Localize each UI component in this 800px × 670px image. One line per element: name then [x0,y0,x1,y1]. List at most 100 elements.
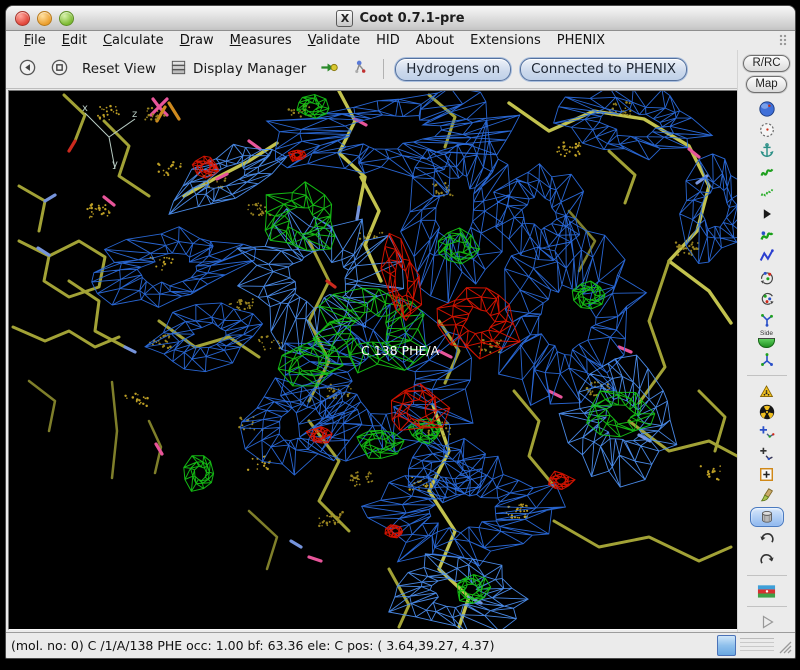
mutate-brush-icon [758,486,776,504]
menu-edit[interactable]: Edit [54,33,95,48]
regularize-zone-icon [758,184,776,202]
real-space-refine-zone-icon [758,163,776,181]
menu-calculate[interactable]: Calculate [95,33,172,48]
right-toolbar: R/RC Map Side [737,50,795,632]
add-atom-icon [758,466,775,483]
torsion-general-icon [758,310,776,328]
view-sphere-button[interactable] [754,100,780,118]
anchor-atoms-button[interactable] [754,142,780,160]
rigid-body-fit-icon [759,206,775,222]
menu-extensions[interactable]: Extensions [462,33,549,48]
add-alt-conf-icon [758,445,776,463]
go-back-button[interactable] [16,56,39,83]
edit-chi-angles-icon [758,289,776,307]
redo-icon [758,551,776,569]
coot-window: X Coot 0.7.1-pre FileEditCalculateDrawMe… [5,5,796,659]
hydrogens-toggle-button[interactable]: Hydrogens on [395,58,511,81]
rc-mode-button[interactable]: R/RC [743,55,789,72]
delete-item-icon [758,508,776,526]
phenix-connection-button[interactable]: Connected to PHENIX [520,58,687,81]
flip-sidechain-button[interactable]: Side [754,331,780,349]
undo-button[interactable] [754,530,780,548]
svg-text:y: y [112,159,118,170]
svg-text:z: z [132,109,137,120]
menubar-grip[interactable] [779,34,787,46]
mutate-brush-button[interactable] [754,486,780,504]
display-manager-label: Display Manager [193,61,306,77]
flag-button[interactable] [754,582,780,600]
svg-text:x: x [82,103,88,114]
atom-label: C 138 PHE/A [361,343,440,358]
minimize-window-button[interactable] [37,11,52,26]
title-bar[interactable]: X Coot 0.7.1-pre [6,6,795,31]
jed-flip-button[interactable] [754,351,780,369]
status-bar: (mol. no: 0) C /1/A/138 PHE occ: 1.00 bf… [6,632,795,658]
map-button[interactable]: Map [746,76,786,93]
menu-phenix[interactable]: PHENIX [549,33,613,48]
canvas-area: x y z C 138 PHE/A [6,89,737,632]
close-window-button[interactable] [15,11,30,26]
window-title: X Coot 0.7.1-pre [336,10,464,27]
menu-validate[interactable]: Validate [300,33,368,48]
screenshot-root: { "window": {"title": "Coot 0.7.1-pre", … [0,0,800,670]
toolbar-expand-button[interactable] [754,613,780,632]
undo-icon [758,530,776,548]
rotate-translate-zone-button[interactable] [754,226,780,244]
toolbar-divider [747,375,787,376]
redo-button[interactable] [754,551,780,569]
delete-item-button[interactable] [750,507,784,527]
toolbar-expand-icon [757,612,777,632]
record-icon [50,58,69,81]
add-atom-button[interactable] [754,466,780,484]
flip-sidechain-icon: Side [758,331,775,348]
regularize-zone-button[interactable] [754,184,780,202]
molecule-icon [352,58,370,81]
go-back-icon [18,58,37,81]
view-sphere-icon [758,100,776,118]
record-view-button[interactable] [48,56,71,83]
real-space-refine-zone-button[interactable] [754,163,780,181]
resize-grip[interactable] [776,638,792,654]
go-to-atom-button[interactable] [350,56,372,83]
menu-about[interactable]: About [408,33,462,48]
rigid-body-fit-button[interactable] [754,205,780,223]
torsion-general-button[interactable] [754,310,780,328]
run-refinement-icon [758,403,776,421]
reset-view-button[interactable]: Reset View [80,59,158,79]
refine-residue-icon [758,383,775,400]
display-manager-button[interactable]: Display Manager [167,56,308,83]
main-toolbar: Reset View Display Manager [6,50,737,89]
zoom-window-button[interactable] [59,11,74,26]
window-controls [15,11,74,26]
status-scroll-thumb[interactable] [717,635,736,656]
content-row: Reset View Display Manager [6,50,795,632]
auto-fit-rotamer-icon [758,247,776,265]
flag-icon [757,584,776,599]
rotate-translate-zone-icon [758,226,776,244]
recentre-target-button[interactable] [754,121,780,139]
edit-chi-angles-button[interactable] [754,289,780,307]
toolbar-divider [747,606,787,607]
refine-residue-button[interactable] [754,382,780,400]
green-arrow-icon [319,58,339,81]
go-to-ligand-button[interactable] [317,56,341,83]
add-terminal-residue-button[interactable] [754,424,780,442]
add-terminal-residue-icon [758,424,776,442]
menu-bar: FileEditCalculateDrawMeasuresValidateHID… [6,31,795,50]
gl-canvas[interactable]: x y z C 138 PHE/A [8,90,738,630]
menu-hid[interactable]: HID [368,33,408,48]
jed-flip-icon [758,351,776,369]
run-refinement-button[interactable] [754,403,780,421]
status-text: (mol. no: 0) C /1/A/138 PHE occ: 1.00 bf… [11,638,717,653]
x11-icon: X [336,10,353,27]
add-alt-conf-button[interactable] [754,445,780,463]
menu-file[interactable]: File [16,33,54,48]
anchor-atoms-icon [758,142,776,160]
rotamers-button[interactable] [754,268,780,286]
rotamers-icon [758,268,776,286]
modelling-icon-stack: Side [747,100,787,632]
auto-fit-rotamer-button[interactable] [754,247,780,265]
menu-draw[interactable]: Draw [172,33,222,48]
window-title-text: Coot 0.7.1-pre [359,11,464,26]
menu-measures[interactable]: Measures [222,33,300,48]
